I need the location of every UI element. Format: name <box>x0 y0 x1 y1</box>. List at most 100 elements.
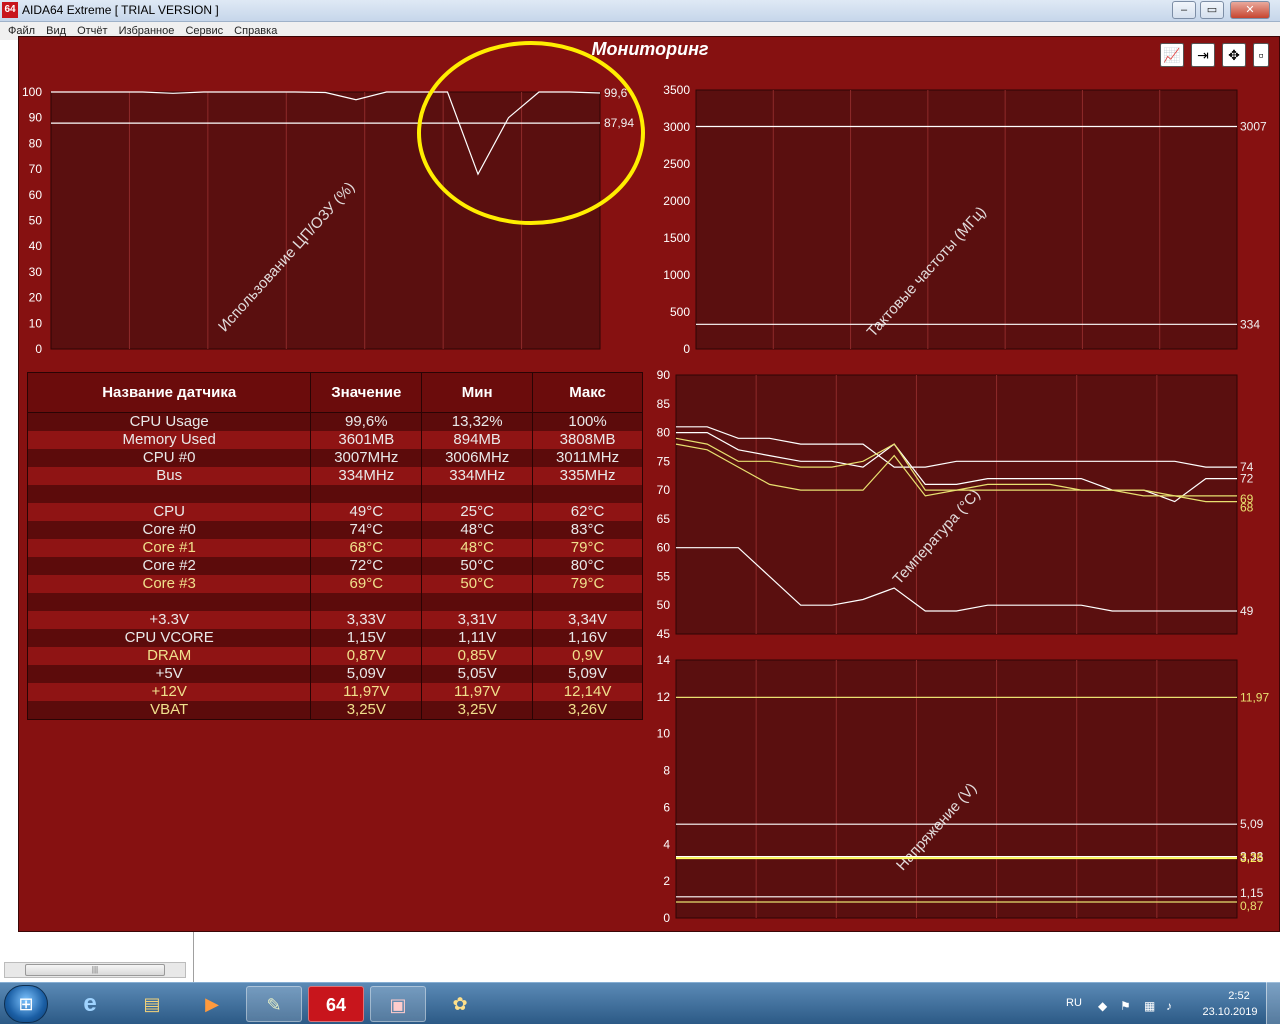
cell-max <box>532 485 643 503</box>
explorer-icon[interactable]: ▤ <box>124 986 180 1022</box>
cell-max: 80°C <box>532 557 643 575</box>
cell-min: 1,11V <box>421 629 534 647</box>
cell-value: 74°C <box>310 521 423 539</box>
app-title-bar: 64 AIDA64 Extreme [ TRIAL VERSION ] – ▭ … <box>0 0 1280 22</box>
table-row: +12V 11,97V 11,97V 12,14V <box>26 683 643 701</box>
cell-max: 83°C <box>532 521 643 539</box>
network-icon[interactable]: ▦ <box>1144 999 1155 1013</box>
cell-name: Memory Used <box>26 431 312 449</box>
table-row: CPU #0 3007MHz 3006MHz 3011MHz <box>26 449 643 467</box>
cell-min: 50°C <box>421 575 534 593</box>
horizontal-scrollbar[interactable]: ||| <box>4 962 186 978</box>
cell-value: 69°C <box>310 575 423 593</box>
cell-name: CPU Usage <box>26 412 312 431</box>
cell-max: 79°C <box>532 539 643 557</box>
cell-name: Core #0 <box>26 521 312 539</box>
ie-icon[interactable]: e <box>62 986 118 1022</box>
cell-value: 334MHz <box>310 467 423 485</box>
table-row: DRAM 0,87V 0,85V 0,9V <box>26 647 643 665</box>
table-row: +5V 5,09V 5,05V 5,09V <box>26 665 643 683</box>
cell-max: 0,9V <box>532 647 643 665</box>
paint-icon[interactable]: ✿ <box>432 986 488 1022</box>
cell-value: 3007MHz <box>310 449 423 467</box>
app-status-area <box>0 932 1280 982</box>
cell-min: 894MB <box>421 431 534 449</box>
cell-value: 1,15V <box>310 629 423 647</box>
cell-min: 5,05V <box>421 665 534 683</box>
cell-min: 3006MHz <box>421 449 534 467</box>
cell-name: Core #3 <box>26 575 312 593</box>
table-row: Core #2 72°C 50°C 80°C <box>26 557 643 575</box>
cell-max: 3011MHz <box>532 449 643 467</box>
table-row: CPU VCORE 1,15V 1,11V 1,16V <box>26 629 643 647</box>
notes-icon[interactable]: ✎ <box>246 986 302 1022</box>
taskbar: ⊞ e ▤ ▶ ✎ 64 ▣ ✿ RU ◆ ⚑ ▦ ♪ <box>0 982 1280 1024</box>
cell-min <box>421 485 534 503</box>
cell-value: 0,87V <box>310 647 423 665</box>
clock-date[interactable]: 23.10.2019 <box>1198 1006 1262 1018</box>
cell-name: VBAT <box>26 701 312 720</box>
cell-min: 3,31V <box>421 611 534 629</box>
close-button[interactable]: ✕ <box>1230 1 1270 19</box>
cell-max: 12,14V <box>532 683 643 701</box>
cell-value: 3,25V <box>310 701 423 720</box>
language-indicator[interactable]: RU <box>1066 997 1082 1009</box>
cell-max: 1,16V <box>532 629 643 647</box>
chart-icon[interactable]: 📈 <box>1160 43 1184 67</box>
cell-min: 0,85V <box>421 647 534 665</box>
cell-name: Bus <box>26 467 312 485</box>
cell-max: 3,26V <box>532 701 643 720</box>
move-icon[interactable]: ✥ <box>1222 43 1246 67</box>
minimize-button[interactable]: – <box>1172 1 1196 19</box>
cell-value: 49°C <box>310 503 423 521</box>
cell-name: +5V <box>26 665 312 683</box>
cell-name: Core #1 <box>26 539 312 557</box>
table-row: CPU Usage 99,6% 13,32% 100% <box>26 412 643 431</box>
clock-time[interactable]: 2:52 <box>1216 990 1262 1002</box>
app-tree-panel[interactable] <box>0 40 20 960</box>
table-row: Core #0 74°C 48°C 83°C <box>26 521 643 539</box>
restore-icon[interactable]: ▫ <box>1253 43 1269 67</box>
table-row: Core #3 69°C 50°C 79°C <box>26 575 643 593</box>
table-row: +3.3V 3,33V 3,31V 3,34V <box>26 611 643 629</box>
cell-name: +12V <box>26 683 312 701</box>
cell-max: 3808MB <box>532 431 643 449</box>
cell-name: CPU <box>26 503 312 521</box>
cell-name: +3.3V <box>26 611 312 629</box>
tray-arrow-icon[interactable]: ◆ <box>1098 999 1107 1013</box>
cell-min: 13,32% <box>421 412 534 431</box>
table-row: VBAT 3,25V 3,25V 3,26V <box>26 701 643 720</box>
app-title: AIDA64 Extreme [ TRIAL VERSION ] <box>22 3 219 17</box>
table-row: Core #1 68°C 48°C 79°C <box>26 539 643 557</box>
cell-max: 79°C <box>532 575 643 593</box>
volume-icon[interactable]: ♪ <box>1166 999 1172 1013</box>
aida64-icon[interactable]: 64 <box>308 986 364 1022</box>
cell-min: 11,97V <box>421 683 534 701</box>
flag-icon[interactable]: ⚑ <box>1120 999 1131 1013</box>
header-value: Значение <box>310 372 423 413</box>
cell-value <box>310 593 423 611</box>
scrollbar-thumb[interactable]: ||| <box>25 964 165 976</box>
header-sensor-name: Название датчика <box>26 372 312 413</box>
cell-value: 99,6% <box>310 412 423 431</box>
cell-min: 50°C <box>421 557 534 575</box>
cell-max: 62°C <box>532 503 643 521</box>
show-desktop-button[interactable] <box>1266 982 1280 1024</box>
pin-icon[interactable]: ⇥ <box>1191 43 1215 67</box>
header-max: Макс <box>532 372 643 413</box>
cell-max: 3,34V <box>532 611 643 629</box>
table-row <box>26 593 643 611</box>
monitor-app-icon[interactable]: ▣ <box>370 986 426 1022</box>
cell-name: DRAM <box>26 647 312 665</box>
cell-max: 5,09V <box>532 665 643 683</box>
cell-min: 48°C <box>421 521 534 539</box>
cell-min: 25°C <box>421 503 534 521</box>
cell-max: 100% <box>532 412 643 431</box>
cell-name <box>26 593 312 611</box>
panel-divider[interactable] <box>193 932 194 982</box>
cell-name: CPU #0 <box>26 449 312 467</box>
maximize-button[interactable]: ▭ <box>1200 1 1224 19</box>
start-button[interactable]: ⊞ <box>4 985 48 1023</box>
media-player-icon[interactable]: ▶ <box>184 986 240 1022</box>
cell-value <box>310 485 423 503</box>
